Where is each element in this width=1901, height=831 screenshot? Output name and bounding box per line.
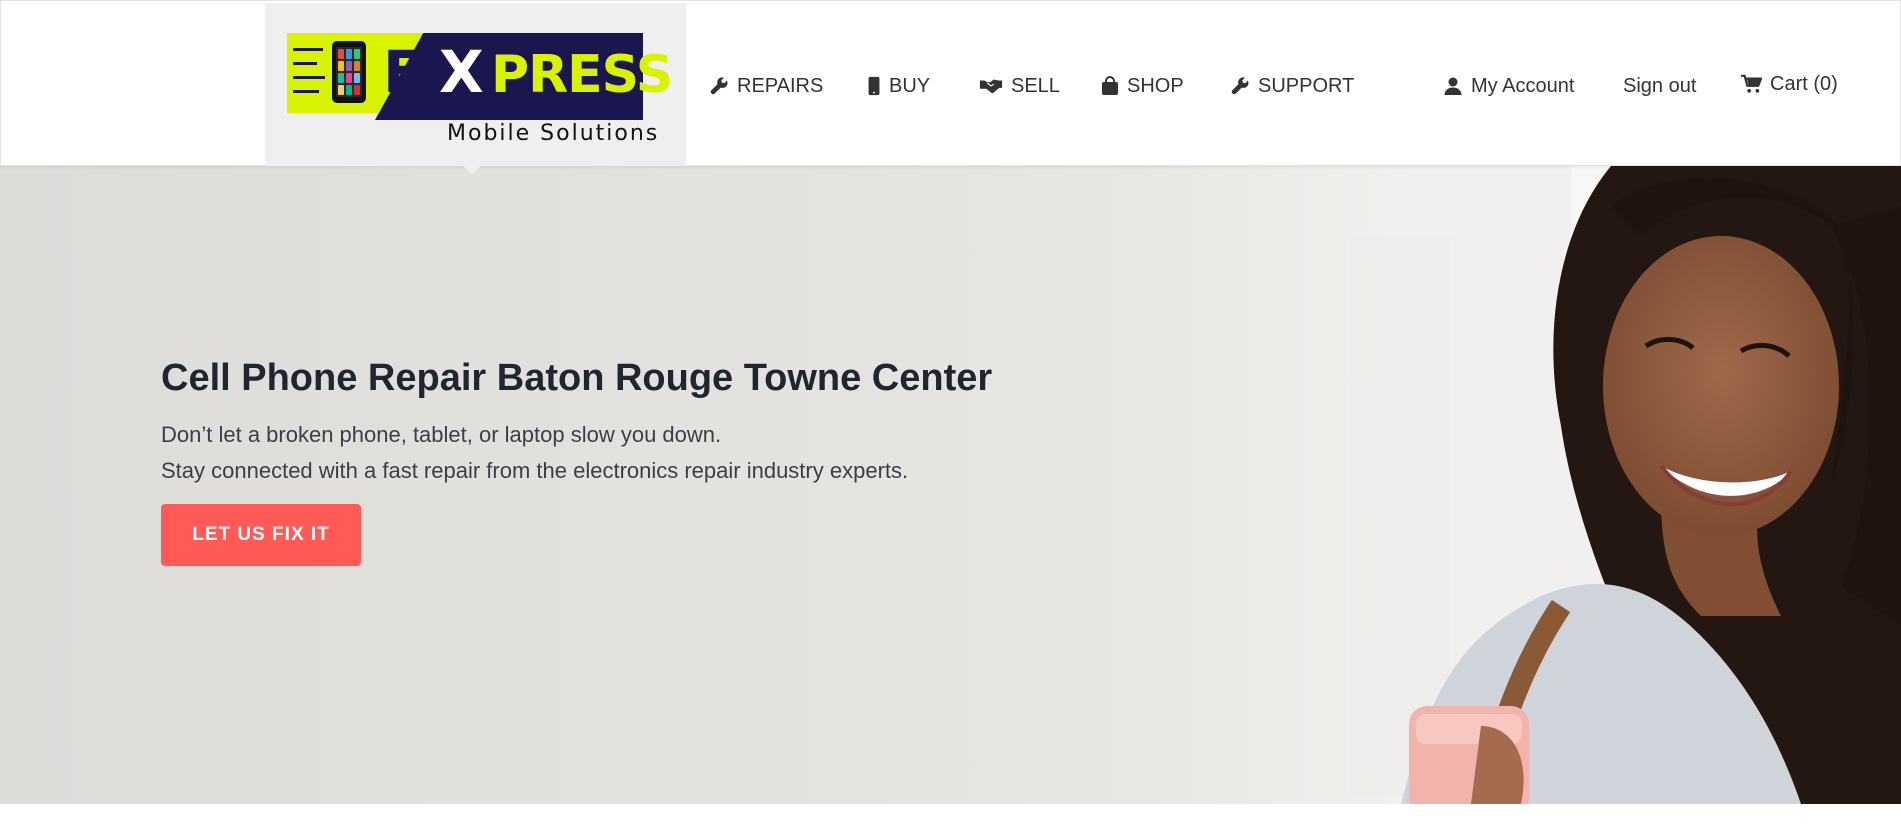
logo[interactable]: E X PRESS Mobile Solutions (265, 3, 686, 175)
nav-repairs-label: REPAIRS (737, 74, 824, 97)
hero-title: Cell Phone Repair Baton Rouge Towne Cent… (161, 357, 993, 399)
handshake-icon (979, 79, 1003, 94)
my-account-label: My Account (1471, 74, 1575, 97)
sign-out-link[interactable]: Sign out (1623, 71, 1696, 101)
logo-letter-e: E (383, 38, 423, 106)
nav-support-label: SUPPORT (1258, 74, 1355, 97)
wrench-icon (1231, 77, 1249, 95)
nav-sell[interactable]: SELL (979, 71, 1060, 101)
speed-lines-icon (293, 48, 325, 104)
sign-out-label: Sign out (1623, 74, 1697, 97)
nav-sell-label: SELL (1011, 74, 1060, 97)
wrench-icon (710, 77, 728, 95)
hero-text-line-2: Stay connected with a fast repair from t… (161, 458, 909, 483)
cart-label: Cart (0) (1770, 72, 1838, 95)
phone-icon (868, 76, 880, 96)
nav-buy-label: BUY (889, 74, 931, 97)
logo-subtitle: Mobile Solutions (447, 121, 660, 146)
nav-repairs[interactable]: REPAIRS (709, 71, 823, 101)
logo-caret (463, 166, 481, 175)
nav-buy[interactable]: BUY (867, 71, 930, 101)
smartphone-icon (332, 41, 366, 103)
logo-word-press: PRESS (491, 45, 673, 105)
nav-shop-label: SHOP (1127, 74, 1184, 97)
hero-photo-woman (1141, 166, 1901, 804)
my-account-link[interactable]: My Account (1443, 71, 1574, 101)
cart-icon (1741, 74, 1762, 93)
let-us-fix-it-button[interactable]: LET US FIX IT (161, 504, 361, 566)
shopping-bag-icon (1102, 76, 1118, 95)
site-header: E X PRESS Mobile Solutions REPAIRS BUY S… (0, 0, 1901, 175)
cart-link[interactable]: Cart (0) (1740, 69, 1838, 99)
hero-text-line-1: Don’t let a broken phone, tablet, or lap… (161, 422, 722, 447)
nav-support[interactable]: SUPPORT (1230, 71, 1354, 101)
hero-banner: Cell Phone Repair Baton Rouge Towne Cent… (0, 166, 1901, 804)
nav-shop[interactable]: SHOP (1101, 71, 1184, 101)
user-icon (1444, 77, 1462, 95)
logo-letter-x: X (439, 38, 484, 106)
